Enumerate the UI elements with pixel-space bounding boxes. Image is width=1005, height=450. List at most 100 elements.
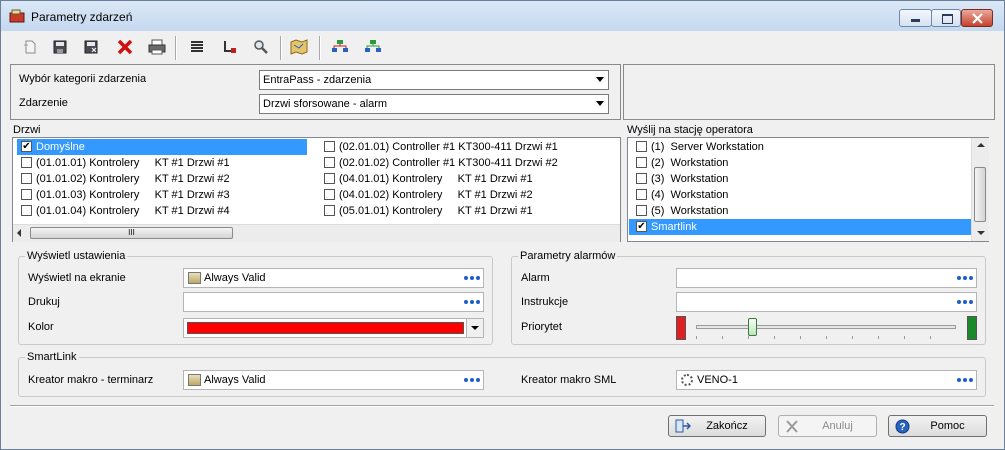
checkbox-icon[interactable] [636,173,647,184]
checkbox-icon[interactable] [636,189,647,200]
operators-list[interactable]: (1) Server Workstation (2) Workstation (… [627,137,989,242]
checkbox-icon[interactable] [324,157,335,168]
category-select[interactable]: EntraPass - zdarzenia [259,70,609,90]
show-on-screen-field[interactable]: Always Valid [183,268,484,288]
network-button[interactable] [329,36,351,58]
scroll-grip: III [128,228,135,237]
checkbox-icon[interactable] [636,157,647,168]
schedule-macro-field[interactable]: Always Valid [183,370,484,390]
vertical-scrollbar[interactable] [971,138,989,241]
checkbox-icon[interactable] [324,141,335,152]
list-icon [191,41,203,52]
help-button[interactable]: ? Pomoc [888,415,987,437]
color-label: Kolor [28,321,54,333]
list-button[interactable] [186,36,208,58]
scroll-down-icon[interactable] [977,231,985,235]
checkbox-icon[interactable] [324,189,335,200]
network-icon [332,40,348,52]
divider [10,405,994,407]
gear-icon [681,374,693,386]
finish-label: Zakończ [706,420,748,432]
toolbar-separator [319,36,321,60]
save-icon [53,40,67,54]
title-bar[interactable]: Parametry zdarzeń [1,1,1004,31]
network-down-button[interactable] [362,36,384,58]
event-label: Zdarzenie [19,97,68,109]
event-select[interactable]: Drzwi sforsowane - alarm [259,94,609,114]
horizontal-scrollbar[interactable]: III [13,224,620,242]
browse-button[interactable] [955,270,975,286]
browse-button[interactable] [462,270,482,286]
smartlink-title: SmartLink [25,351,79,363]
sml-macro-label: Kreator makro SML [521,374,617,386]
map-button[interactable] [288,36,310,58]
save-all-button[interactable] [80,36,102,58]
checkbox-checked-icon[interactable]: ✔ [636,221,647,232]
cancel-label: Anuluj [822,420,853,432]
checkbox-icon[interactable] [636,205,647,216]
checkbox-icon[interactable] [21,189,32,200]
scroll-thumb[interactable] [974,167,986,222]
slider-thumb[interactable] [748,318,757,336]
minimize-button[interactable] [899,9,932,27]
checkbox-icon[interactable] [636,141,647,152]
alarm-field[interactable] [676,268,977,288]
minimize-icon [911,19,920,22]
display-settings-title: Wyświetl ustawienia [25,250,128,262]
chevron-down-icon [471,326,479,330]
checkbox-icon[interactable] [21,157,32,168]
category-value: EntraPass - zdarzenia [263,74,372,86]
scroll-up-icon[interactable] [977,143,985,147]
priority-high-indicator [967,316,977,340]
instructions-field[interactable] [676,292,977,312]
scroll-left-icon[interactable] [17,229,21,237]
toolbar-separator [280,36,282,60]
close-icon [972,13,983,24]
browse-button[interactable] [955,294,975,310]
finish-button[interactable]: Zakończ [668,415,766,437]
priority-label: Priorytet [521,321,562,333]
color-select[interactable] [183,318,484,338]
print-field[interactable] [183,292,484,312]
list-item[interactable]: ✔ Domyślne [17,139,307,155]
browse-button[interactable] [955,372,975,388]
checkbox-icon[interactable] [324,205,335,216]
save-button[interactable] [49,36,71,58]
sml-macro-value: VENO-1 [697,374,738,386]
browse-button[interactable] [462,294,482,310]
print-icon [148,39,166,55]
cancel-button[interactable]: Anuluj [778,415,877,437]
priority-slider[interactable] [696,317,956,339]
checkbox-icon[interactable] [21,173,32,184]
help-label: Pomoc [930,420,965,432]
toolbar [1,32,1004,62]
alarm-parameters-title: Parametry alarmów [518,250,618,262]
checkbox-icon[interactable] [21,205,32,216]
app-icon [9,9,25,23]
show-on-screen-value: Always Valid [204,272,266,284]
close-button[interactable] [961,9,993,27]
tree-button[interactable] [218,36,240,58]
delete-icon [117,39,133,55]
operators-title: Wyślij na stację operatora [627,124,753,136]
chevron-down-icon [596,101,604,106]
browse-button[interactable] [462,372,482,388]
network-down-icon [365,40,381,52]
tree-icon [224,41,236,53]
doors-title: Drzwi [13,124,41,136]
save-all-icon [84,40,98,54]
delete-button[interactable] [114,36,136,58]
event-value: Drzwi sforsowane - alarm [263,98,388,110]
scroll-thumb[interactable]: III [30,227,233,239]
instructions-label: Instrukcje [521,296,569,308]
checkbox-checked-icon[interactable]: ✔ [21,141,32,152]
color-dropdown-button[interactable] [466,319,483,337]
print-button[interactable] [146,36,168,58]
doors-list[interactable]: ✔ Domyślne (01.01.01) Kontrolery KT #1 D… [12,137,621,242]
maximize-button[interactable] [931,9,961,27]
sml-macro-field[interactable]: VENO-1 [676,370,977,390]
new-button[interactable] [19,36,41,58]
checkbox-icon[interactable] [324,173,335,184]
find-button[interactable] [250,36,272,58]
list-item[interactable]: ✔ Smartlink [629,219,971,235]
